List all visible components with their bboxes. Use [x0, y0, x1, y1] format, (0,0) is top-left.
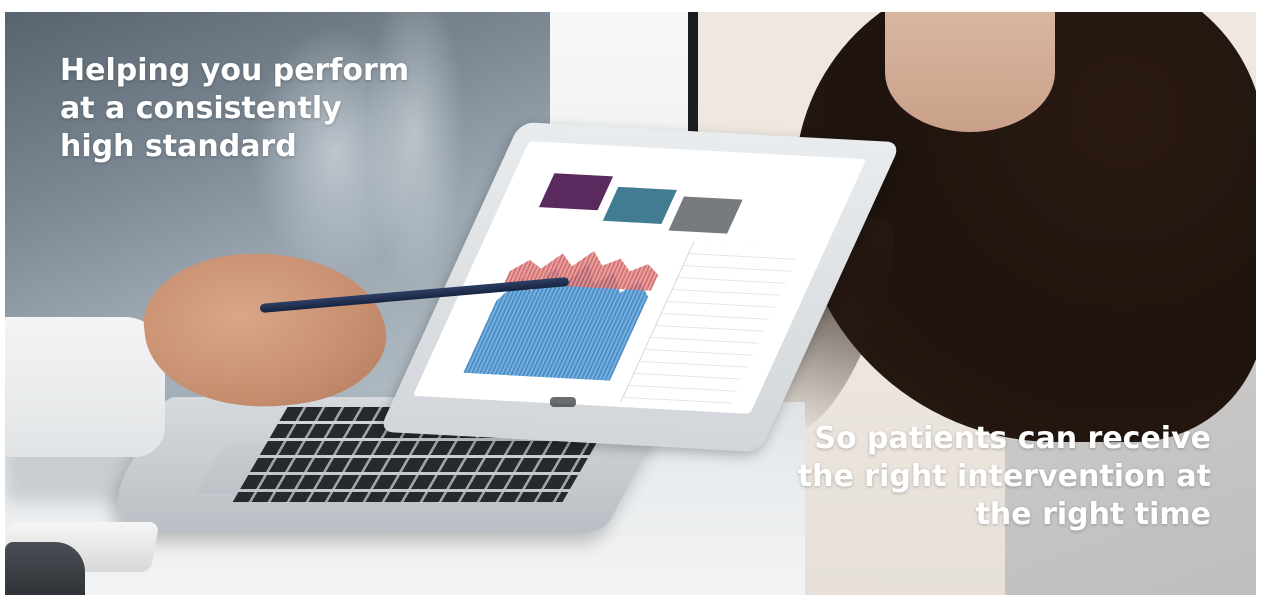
person-sleeve: [5, 317, 165, 457]
headline-caption: Helping you perform at a consistently hi…: [60, 52, 440, 166]
subheadline-line: the right intervention at: [797, 459, 1211, 494]
subheadline-line: the right time: [975, 497, 1211, 532]
headline-line: Helping you perform: [60, 53, 410, 88]
dashboard-tile: [538, 173, 614, 211]
hero-banner: Helping you perform at a consistently hi…: [0, 0, 1261, 595]
dashboard-tile: [602, 186, 677, 224]
laptop-logo-icon: [550, 397, 576, 407]
subheadline-caption: So patients can receive the right interv…: [791, 420, 1211, 534]
person-face: [885, 12, 1055, 132]
subheadline-line: So patients can receive: [814, 421, 1211, 456]
dashboard-tile: [668, 196, 743, 234]
blood-pressure-cuff: [5, 542, 85, 595]
headline-line: high standard: [60, 129, 297, 164]
window-pillar: [688, 12, 698, 137]
headline-line: at a consistently: [60, 91, 342, 126]
